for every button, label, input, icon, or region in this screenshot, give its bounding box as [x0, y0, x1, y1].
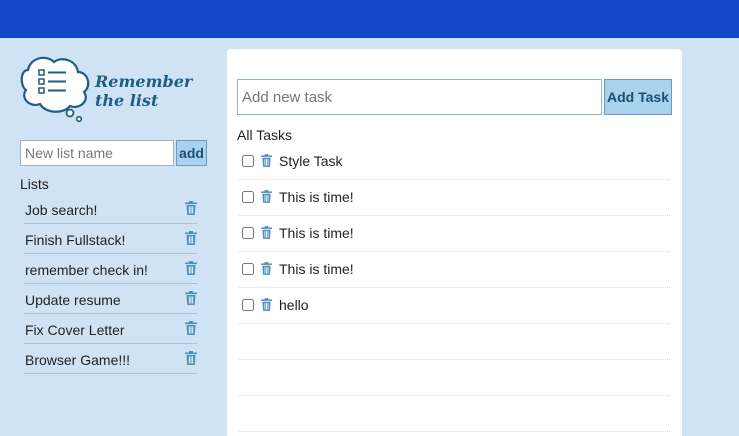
task-checkbox[interactable] — [242, 299, 254, 311]
task-row: This is time! — [239, 216, 670, 252]
trash-icon[interactable] — [261, 298, 272, 311]
new-list-input[interactable] — [20, 140, 174, 166]
task-row: This is time! — [239, 252, 670, 288]
sidebar: Remember the list add Lists Job search! … — [0, 38, 227, 436]
task-text: This is time! — [279, 261, 354, 277]
list-item-label[interactable]: remember check in! — [25, 262, 148, 278]
list-item-label[interactable]: Job search! — [25, 202, 97, 218]
list-item-label[interactable]: Update resume — [25, 292, 121, 308]
task-row-empty — [239, 396, 670, 432]
brand-line-2: the list — [95, 91, 159, 110]
task-checkbox[interactable] — [242, 227, 254, 239]
trash-icon[interactable] — [185, 261, 197, 275]
new-task-input[interactable] — [237, 79, 602, 115]
thought-bubble-checklist-icon — [20, 56, 90, 123]
task-list: Style Task This is time! This is time! T… — [239, 144, 670, 432]
top-bar — [0, 0, 739, 38]
add-list-button[interactable]: add — [176, 140, 207, 166]
task-row: This is time! — [239, 180, 670, 216]
task-row: hello — [239, 288, 670, 324]
task-row-empty — [239, 360, 670, 396]
task-checkbox[interactable] — [242, 263, 254, 275]
list-item-label[interactable]: Browser Game!!! — [25, 352, 130, 368]
trash-icon[interactable] — [185, 321, 197, 335]
list-item[interactable]: Update resume — [24, 284, 197, 314]
task-checkbox[interactable] — [242, 191, 254, 203]
trash-icon[interactable] — [185, 201, 197, 215]
app-logo: Remember the list — [18, 48, 192, 123]
trash-icon[interactable] — [261, 226, 272, 239]
list-item-label[interactable]: Fix Cover Letter — [25, 322, 125, 338]
list-items: Job search! Finish Fullstack! remember c… — [24, 194, 197, 374]
list-item[interactable]: Fix Cover Letter — [24, 314, 197, 344]
list-item[interactable]: Browser Game!!! — [24, 344, 197, 374]
trash-icon[interactable] — [185, 351, 197, 365]
task-row-empty — [239, 324, 670, 360]
task-text: hello — [279, 297, 309, 313]
list-item[interactable]: remember check in! — [24, 254, 197, 284]
all-tasks-heading: All Tasks — [237, 127, 292, 143]
trash-icon[interactable] — [185, 291, 197, 305]
trash-icon[interactable] — [185, 231, 197, 245]
lists-heading: Lists — [20, 176, 49, 192]
brand-line-1: Remember — [95, 72, 193, 91]
task-text: Style Task — [279, 153, 343, 169]
task-text: This is time! — [279, 225, 354, 241]
add-task-button[interactable]: Add Task — [604, 79, 672, 115]
list-item[interactable]: Finish Fullstack! — [24, 224, 197, 254]
new-list-form: add — [20, 140, 207, 166]
brand-title: Remember the list — [95, 72, 192, 110]
list-item[interactable]: Job search! — [24, 194, 197, 224]
task-text: This is time! — [279, 189, 354, 205]
trash-icon[interactable] — [261, 190, 272, 203]
task-panel: Add Task All Tasks Style Task This is ti… — [227, 49, 682, 436]
trash-icon[interactable] — [261, 262, 272, 275]
trash-icon[interactable] — [261, 154, 272, 167]
list-item-label[interactable]: Finish Fullstack! — [25, 232, 125, 248]
task-row: Style Task — [239, 144, 670, 180]
task-checkbox[interactable] — [242, 155, 254, 167]
